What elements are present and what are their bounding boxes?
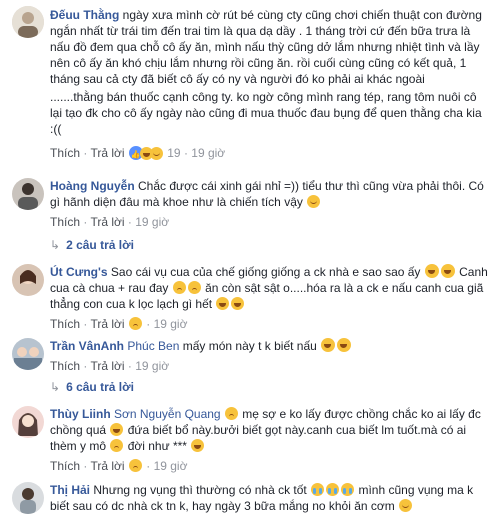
comment-text: Sao cái vụ cua của chế giống giống a ck … <box>110 265 421 279</box>
laughing-emoji-icon <box>440 264 455 278</box>
avatar[interactable] <box>12 406 44 438</box>
comment-text-2: .......thằng bán thuốc cạnh công ty. ko … <box>50 90 482 136</box>
avatar-image <box>12 178 44 210</box>
comment-actions: Thích · Trả lời · 19 giờ <box>50 459 188 473</box>
like-link[interactable]: Thích <box>50 459 80 473</box>
crying-emoji-icon <box>311 483 325 496</box>
sad-reaction-icon[interactable] <box>128 317 142 330</box>
laughing-emoji-icon <box>321 338 336 352</box>
laughing-emoji-icon <box>191 439 205 452</box>
like-link[interactable]: Thích <box>50 215 80 229</box>
timestamp[interactable]: 19 giờ <box>135 215 169 229</box>
comment-text: Nhưng ng vụng thì thường có nhà ck tốt <box>93 483 307 497</box>
avatar-image <box>12 6 44 38</box>
reply-link[interactable]: Trả lời <box>90 317 124 331</box>
laughing-emoji-icon <box>337 338 352 352</box>
sad-reaction-icon[interactable] <box>128 459 142 472</box>
comment-actions: Thích · Trả lời · 19 giờ <box>50 215 170 229</box>
avatar-image <box>12 406 44 438</box>
reactions[interactable] <box>127 145 164 163</box>
reply-arrow-icon: ↳ <box>50 380 61 394</box>
comment-text-c: đời như *** <box>127 439 187 453</box>
reply-link[interactable]: Trả lời <box>90 459 124 473</box>
laughing-emoji-icon <box>110 423 124 436</box>
comment-actions: Thích · Trả lời · 19 giờ <box>50 317 188 331</box>
laughing-emoji-icon <box>424 264 439 278</box>
replies-count: 2 câu trả lời <box>66 238 134 252</box>
reaction-count[interactable]: 19 <box>167 146 180 160</box>
avatar[interactable] <box>12 6 44 38</box>
avatar[interactable] <box>12 178 44 210</box>
crying-emoji-icon <box>326 483 340 496</box>
comment-author[interactable]: Hoàng Nguyễn <box>50 179 135 193</box>
laughing-emoji-icon <box>231 297 245 310</box>
crying-emoji-icon <box>341 483 355 496</box>
frown-emoji-icon <box>110 439 124 452</box>
unamused-emoji-icon <box>224 407 238 420</box>
comment-actions: Thích · Trả lời · 19 giờ <box>50 359 170 373</box>
thinking-emoji-icon <box>399 499 413 512</box>
smile-emoji-icon <box>307 195 321 208</box>
avatar[interactable] <box>12 264 44 296</box>
like-link[interactable]: Thích <box>50 359 80 373</box>
avatar-image <box>12 264 44 296</box>
comment-author[interactable]: Trần VânAnh <box>50 339 124 353</box>
comment-author[interactable]: Thùy Liinh <box>50 407 111 421</box>
reply-link[interactable]: Trả lời <box>90 146 124 160</box>
like-link[interactable]: Thích <box>50 317 80 331</box>
reply-link[interactable]: Trả lời <box>90 359 124 373</box>
comment-text: mấy món này t k biết nấu <box>182 339 317 353</box>
like-link[interactable]: Thích <box>50 146 80 160</box>
view-replies-link[interactable]: ↳ 6 câu trả lời <box>50 380 134 394</box>
reply-arrow-icon: ↳ <box>50 238 61 252</box>
avatar[interactable] <box>12 338 44 370</box>
comment-author[interactable]: Thị Hải <box>50 483 90 497</box>
timestamp[interactable]: 19 giờ <box>191 146 225 160</box>
replies-count: 6 câu trả lời <box>66 380 134 394</box>
avatar-image <box>12 482 44 514</box>
avatar[interactable] <box>12 482 44 514</box>
view-replies-link[interactable]: ↳ 2 câu trả lời <box>50 238 134 252</box>
comment-author[interactable]: Út Cưng's <box>50 265 108 279</box>
timestamp[interactable]: 19 giờ <box>154 317 188 331</box>
tagged-user[interactable]: Sơn Nguyễn Quang <box>114 407 221 421</box>
timestamp[interactable]: 19 giờ <box>154 459 188 473</box>
confused-emoji-icon <box>187 281 201 294</box>
avatar-image <box>12 338 44 370</box>
comment-actions: Thích · Trả lời 19 · 19 giờ <box>50 145 488 163</box>
laughing-emoji-icon <box>216 297 230 310</box>
timestamp[interactable]: 19 giờ <box>135 359 169 373</box>
comment-author[interactable]: Đếuu Thằng <box>50 8 119 22</box>
confused-emoji-icon <box>172 281 186 294</box>
smile-reaction-icon <box>149 147 163 161</box>
reply-link[interactable]: Trả lời <box>90 215 124 229</box>
tagged-user[interactable]: Phúc Ben <box>127 339 179 353</box>
